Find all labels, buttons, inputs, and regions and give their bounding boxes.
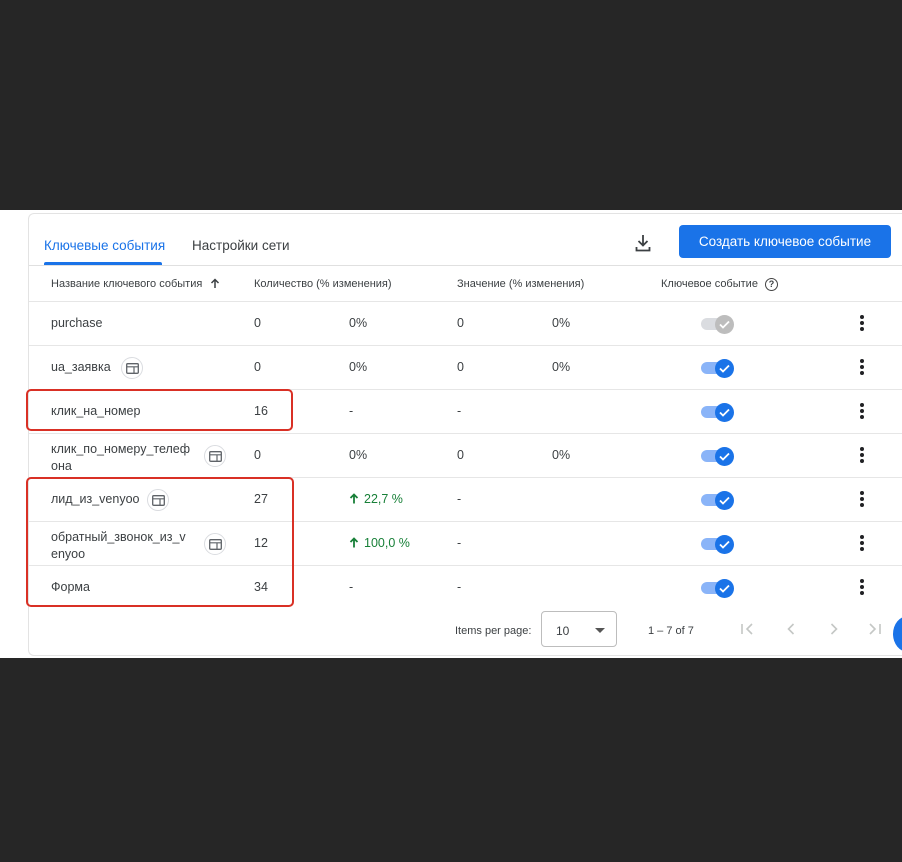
more-vert-icon[interactable] [859,447,865,465]
check-icon [719,496,730,505]
event-value: - [457,492,462,506]
event-count: 0 [254,448,261,462]
key-event-toggle[interactable] [701,447,735,466]
toggle-knob [715,403,734,422]
chevron-down-icon [595,628,605,633]
event-value: - [457,404,462,418]
value-change: 0% [552,448,571,462]
event-value: - [457,580,462,594]
items-per-page-select[interactable]: 10 [541,611,617,647]
toggle-knob [715,579,734,598]
key-event-toggle[interactable] [701,579,735,598]
toggle-knob [715,315,734,334]
check-icon [719,364,730,373]
tabs-divider [29,265,902,266]
highlight-box-group [26,477,294,607]
event-name: purchase [51,316,103,330]
column-header-name[interactable]: Название ключевого события [51,278,220,290]
event-value: 0 [457,448,464,462]
column-header-key-event[interactable]: Ключевое событие ? [661,278,779,291]
table-row[interactable]: клик_по_номеру_телеф она 0 0% 0 0% [29,433,902,477]
event-value: 0 [457,360,464,374]
help-icon[interactable]: ? [765,278,779,291]
count-change: 0% [349,316,368,330]
key-event-toggle[interactable] [701,403,735,422]
count-change: 0% [349,360,368,374]
custom-event-icon[interactable] [121,357,143,379]
event-count: 0 [254,360,261,374]
key-events-card: Ключевые события Настройки сети Создать … [26,213,902,656]
event-value: - [457,536,462,550]
more-vert-icon[interactable] [859,359,865,377]
first-page-icon[interactable] [737,618,757,640]
more-vert-icon[interactable] [859,579,865,597]
check-icon [719,452,730,461]
tab-key-events[interactable]: Ключевые события [44,238,165,253]
count-change: 22,7 % [349,492,403,506]
key-event-toggle[interactable] [701,535,735,554]
items-per-page-label: Items per page: [455,625,532,637]
tab-network-settings[interactable]: Настройки сети [192,238,289,253]
table-row[interactable]: ua_заявка 0 0% 0 0% [29,345,902,389]
content-panel: Ключевые события Настройки сети Создать … [0,210,902,658]
column-header-value[interactable]: Значение (% изменения) [457,278,584,290]
pagination-range: 1 – 7 of 7 [648,625,694,637]
last-page-icon[interactable] [865,618,885,640]
arrow-up-icon [349,493,359,504]
event-value: 0 [457,316,464,330]
check-icon [719,408,730,417]
count-change: - [349,580,354,594]
count-change: 100,0 % [349,536,410,550]
download-icon[interactable] [633,232,653,254]
count-change: - [349,404,354,418]
sort-arrow-up-icon [211,278,220,288]
more-vert-icon[interactable] [859,315,865,333]
more-vert-icon[interactable] [859,491,865,509]
more-vert-icon[interactable] [859,403,865,421]
check-icon [719,540,730,549]
more-vert-icon[interactable] [859,535,865,553]
event-count: 0 [254,316,261,330]
next-page-icon[interactable] [824,618,844,640]
toggle-knob [715,447,734,466]
check-icon [719,584,730,593]
check-icon [719,320,730,329]
custom-event-icon[interactable] [204,445,226,467]
value-change: 0% [552,316,571,330]
table-row[interactable]: purchase 0 0% 0 0% [29,301,902,345]
key-event-toggle[interactable] [701,359,735,378]
items-per-page-value: 10 [556,624,570,638]
previous-page-icon[interactable] [781,618,801,640]
create-key-event-button[interactable]: Создать ключевое событие [679,225,891,258]
key-event-toggle[interactable] [701,315,735,334]
toggle-knob [715,535,734,554]
value-change: 0% [552,360,571,374]
key-event-toggle[interactable] [701,491,735,510]
count-change: 0% [349,448,368,462]
event-name: клик_по_номеру_телеф она [51,442,191,473]
column-header-count[interactable]: Количество (% изменения) [254,278,392,290]
highlight-box-single [26,389,293,431]
event-name: ua_заявка [51,360,111,374]
toggle-knob [715,359,734,378]
toggle-knob [715,491,734,510]
arrow-up-icon [349,537,359,548]
